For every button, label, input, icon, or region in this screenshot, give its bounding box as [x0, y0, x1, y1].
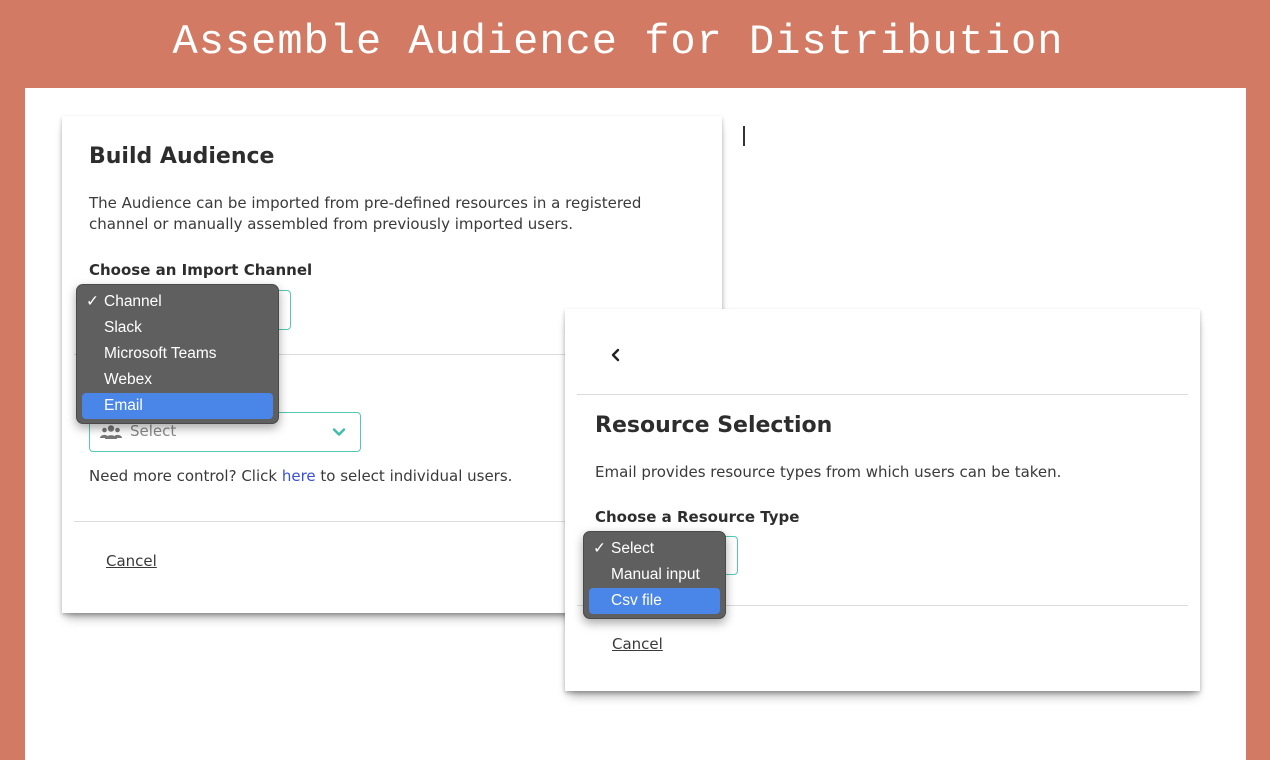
build-audience-description: The Audience can be imported from pre-de… — [89, 194, 642, 233]
cancel-button[interactable]: Cancel — [106, 552, 157, 570]
menu-item-label: Csv file — [611, 592, 662, 609]
resource-selection-card: Resource Selection Email provides resour… — [565, 309, 1200, 691]
menu-item-label: Microsoft Teams — [104, 345, 217, 362]
menu-item-csv-file[interactable]: Csv file — [589, 588, 720, 614]
help-text: Need more control? Click here to select … — [89, 466, 512, 487]
menu-item-slack[interactable]: Slack — [82, 315, 273, 341]
import-channel-label: Choose an Import Channel — [89, 261, 313, 279]
menu-item-email[interactable]: Email — [82, 393, 273, 419]
menu-item-label: Email — [104, 397, 143, 414]
menu-item-webex[interactable]: Webex — [82, 367, 273, 393]
chevron-down-icon — [332, 428, 346, 436]
chevron-left-icon[interactable] — [609, 347, 623, 363]
text-cursor — [743, 126, 745, 146]
resource-type-dropdown-menu: ✓ Select Manual input Csv file — [583, 531, 726, 619]
channel-dropdown-menu: ✓ Channel Slack Microsoft Teams Webex Email — [76, 284, 279, 424]
divider — [577, 394, 1188, 395]
build-audience-heading: Build Audience — [89, 144, 275, 169]
menu-item-label: Channel — [104, 293, 162, 310]
menu-item-manual-input[interactable]: Manual input — [589, 562, 720, 588]
users-icon — [100, 425, 122, 439]
menu-item-label: Manual input — [611, 566, 700, 583]
checkmark-icon: ✓ — [86, 293, 99, 310]
help-text-before: Need more control? Click — [89, 467, 282, 485]
menu-item-channel[interactable]: ✓ Channel — [82, 289, 273, 315]
resource-selection-heading: Resource Selection — [595, 413, 833, 438]
individual-users-link[interactable]: here — [282, 467, 316, 485]
checkmark-icon: ✓ — [593, 540, 606, 557]
menu-item-label: Webex — [104, 371, 152, 388]
help-text-after: to select individual users. — [315, 467, 513, 485]
resource-select-placeholder: Select — [130, 422, 177, 440]
cancel-button[interactable]: Cancel — [612, 635, 663, 653]
menu-item-label: Select — [611, 540, 655, 557]
menu-item-microsoft-teams[interactable]: Microsoft Teams — [82, 341, 273, 367]
page-title: Assemble Audience for Distribution — [172, 18, 1064, 66]
resource-type-label: Choose a Resource Type — [595, 508, 800, 526]
resource-selection-description: Email provides resource types from which… — [595, 463, 1062, 481]
menu-item-select[interactable]: ✓ Select — [589, 536, 720, 562]
menu-item-label: Slack — [104, 319, 142, 336]
